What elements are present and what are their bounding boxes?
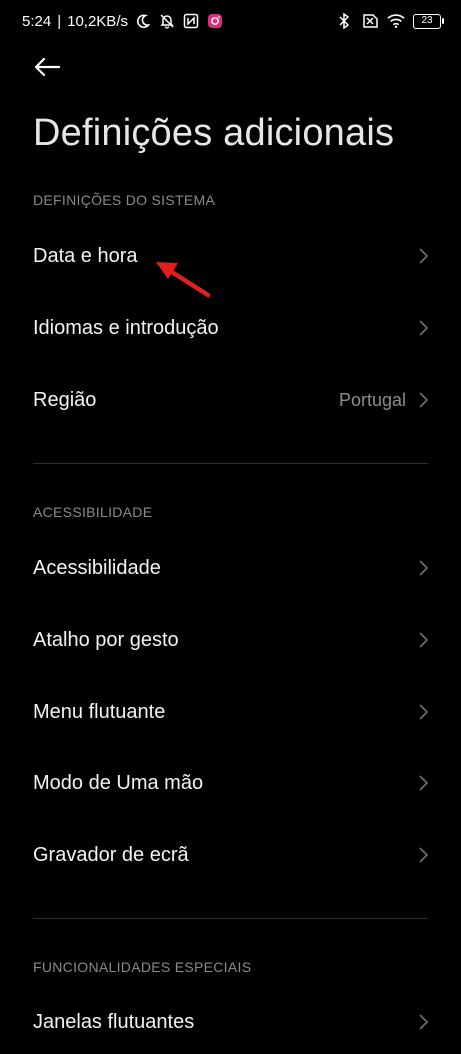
list-item-gesture-shortcut[interactable]: Atalho por gesto — [0, 608, 461, 672]
list-item-label: Menu flutuante — [33, 700, 166, 723]
page-title: Definições adicionais — [33, 112, 395, 154]
list-item-floating-menu[interactable]: Menu flutuante — [0, 680, 461, 744]
section-header-accessibility: ACESSIBILIDADE — [33, 504, 153, 520]
list-item-label: Janelas flutuantes — [33, 1010, 195, 1033]
chevron-right-icon — [419, 775, 429, 791]
arrow-left-icon — [33, 57, 61, 82]
wifi-icon — [387, 12, 405, 30]
list-item-label: Modo de Uma mão — [33, 771, 204, 794]
region-value: Portugal — [338, 389, 406, 410]
list-item-label: Acessibilidade — [33, 556, 161, 579]
annotation-arrow-icon — [156, 262, 211, 298]
list-item-label: Idiomas e introdução — [33, 316, 219, 339]
back-button[interactable] — [30, 52, 64, 86]
chevron-right-icon — [419, 248, 429, 264]
section-divider — [33, 918, 428, 919]
status-left: 5:24 | 10,2KB/s — [22, 12, 224, 30]
status-time: 5:24 — [22, 12, 52, 30]
list-item-label: Data e hora — [33, 244, 138, 267]
list-item-label: Atalho por gesto — [33, 628, 179, 651]
list-item-label: Região — [33, 388, 97, 411]
chevron-right-icon — [419, 560, 429, 576]
list-item-languages[interactable]: Idiomas e introdução — [0, 296, 461, 360]
status-right: 23 — [335, 12, 444, 30]
instagram-icon — [206, 12, 224, 30]
list-item-region[interactable]: Região Portugal — [0, 368, 461, 432]
section-header-special-features: FUNCIONALIDADES ESPECIAIS — [33, 959, 252, 975]
list-item-accessibility[interactable]: Acessibilidade — [0, 536, 461, 600]
battery-indicator: 23 — [413, 13, 444, 29]
list-item-one-hand-mode[interactable]: Modo de Uma mão — [0, 751, 461, 815]
chevron-right-icon — [419, 1014, 429, 1030]
list-item-floating-windows[interactable]: Janelas flutuantes — [0, 990, 461, 1054]
moon-icon — [134, 12, 152, 30]
status-network-speed: 10,2KB/s — [67, 12, 128, 30]
bluetooth-icon — [335, 12, 353, 30]
chevron-right-icon — [419, 847, 429, 863]
nfc-icon — [182, 12, 200, 30]
list-item-label: Gravador de ecrã — [33, 843, 189, 866]
chevron-right-icon — [419, 392, 429, 408]
no-sim-icon — [361, 12, 379, 30]
chevron-right-icon — [419, 320, 429, 336]
section-divider — [33, 463, 428, 464]
list-item-screen-recorder[interactable]: Gravador de ecrã — [0, 823, 461, 887]
status-bar: 5:24 | 10,2KB/s 23 — [0, 0, 461, 46]
chevron-right-icon — [419, 704, 429, 720]
chevron-right-icon — [419, 632, 429, 648]
bell-off-icon — [158, 12, 176, 30]
list-item-date-time[interactable]: Data e hora — [0, 224, 461, 288]
status-separator: | — [57, 12, 62, 30]
section-header-system: DEFINIÇÕES DO SISTEMA — [33, 192, 216, 208]
